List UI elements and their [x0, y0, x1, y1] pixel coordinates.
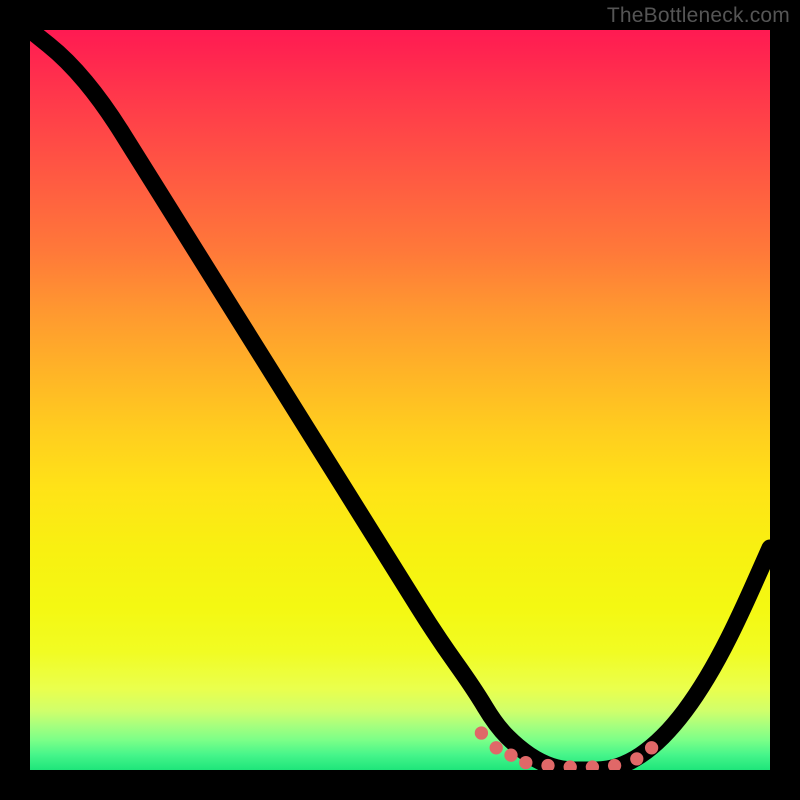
highlight-dot	[519, 756, 532, 769]
highlight-dot	[490, 741, 503, 754]
highlight-dot	[645, 741, 658, 754]
bottleneck-curve-path	[30, 30, 770, 770]
plot-area	[30, 30, 770, 770]
highlight-dot	[475, 726, 488, 739]
curve-svg	[30, 30, 770, 770]
highlight-dot	[504, 749, 517, 762]
watermark-text: TheBottleneck.com	[607, 4, 790, 28]
chart-frame: TheBottleneck.com	[0, 0, 800, 800]
highlight-dot	[630, 752, 643, 765]
